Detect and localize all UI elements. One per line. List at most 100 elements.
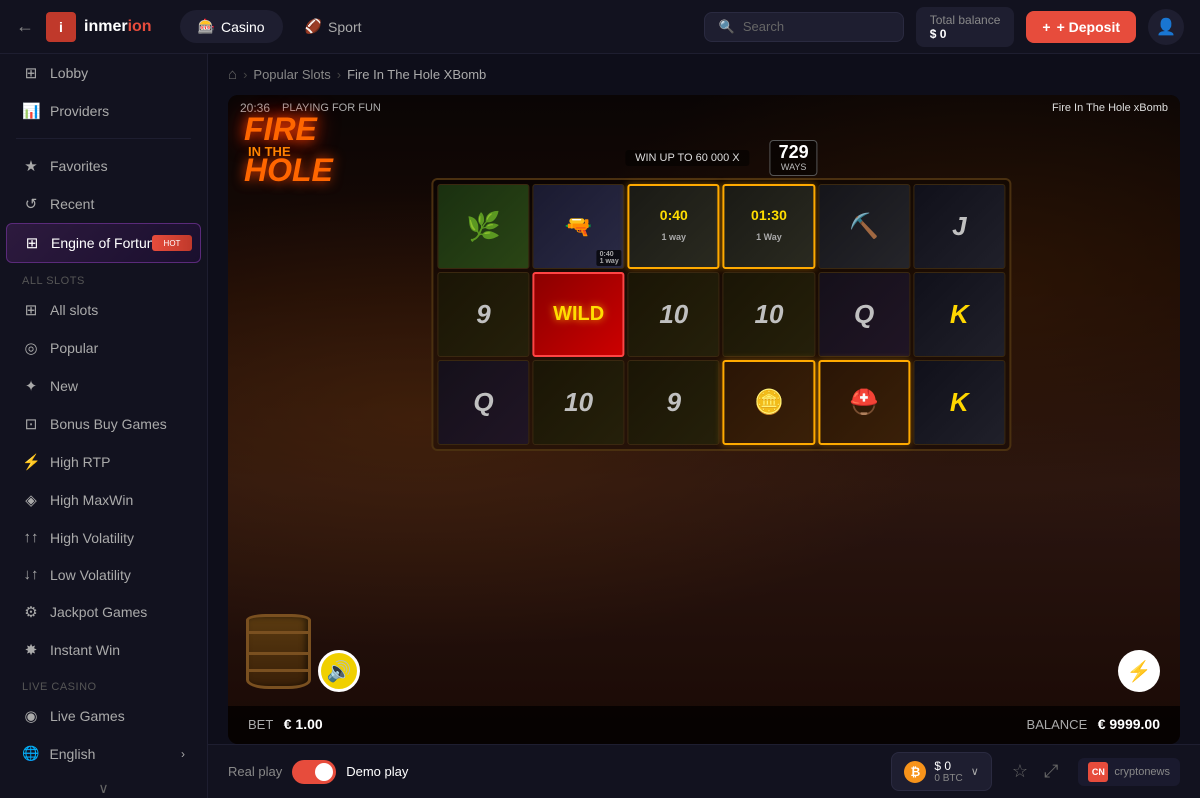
cryptonews-icon: CN <box>1088 762 1108 782</box>
bet-label: BET <box>248 717 273 732</box>
sidebar-item-high-rtp[interactable]: ⚡ High RTP <box>6 443 201 481</box>
sidebar-live-games-label: Live Games <box>50 708 125 724</box>
breadcrumb-popular-slots[interactable]: Popular Slots <box>253 67 330 82</box>
demo-play-label: Demo play <box>346 764 408 779</box>
breadcrumb-home[interactable]: ⌂ <box>228 66 237 83</box>
slot-cell-1-1: WILD <box>533 272 625 357</box>
sidebar-item-bonus-buy[interactable]: ⊡ Bonus Buy Games <box>6 405 201 443</box>
sidebar-popular-label: Popular <box>50 340 98 356</box>
providers-icon: 📊 <box>22 102 40 120</box>
sidebar-item-live-games[interactable]: ◉ Live Games <box>6 697 201 735</box>
game-logo-fire: FIRE <box>244 113 333 145</box>
sidebar-item-recent[interactable]: ↺ Recent <box>6 185 201 223</box>
ways-number: 729 <box>779 143 809 161</box>
engine-icon: ⊞ <box>23 234 41 252</box>
win-label: WIN UP TO 60 000 X <box>625 150 750 166</box>
lightning-button[interactable]: ⚡ <box>1118 650 1160 692</box>
globe-icon: 🌐 <box>22 745 39 762</box>
live-casino-section: LIVE CASINO <box>0 669 207 697</box>
demo-toggle[interactable] <box>292 760 336 784</box>
balance-game-amount: € 9999.00 <box>1098 716 1160 732</box>
slot-cell-2-0: Q <box>437 360 529 445</box>
toggle-knob <box>315 763 333 781</box>
bet-amount: € 1.00 <box>284 716 323 732</box>
balance-amount: $ 0 <box>930 27 1001 41</box>
lobby-icon: ⊞ <box>22 64 40 82</box>
slot-cell-0-2: 0:40 1 way <box>628 184 720 269</box>
sidebar-high-vol-label: High Volatility <box>50 530 134 546</box>
btc-selector[interactable]: ₿ $ 0 0 BTC ∨ <box>891 752 991 791</box>
sidebar-item-high-vol[interactable]: ↑↑ High Volatility <box>6 519 201 556</box>
deposit-button[interactable]: + + Deposit <box>1026 11 1136 43</box>
sidebar-item-new[interactable]: ✦ New <box>6 367 201 405</box>
sidebar-item-jackpot[interactable]: ⚙ Jackpot Games <box>6 593 201 631</box>
sound-button[interactable]: 🔊 <box>318 650 360 692</box>
sidebar-bonus-buy-label: Bonus Buy Games <box>50 416 167 432</box>
breadcrumb: ⌂ › Popular Slots › Fire In The Hole XBo… <box>208 54 1200 95</box>
sidebar-favorites-label: Favorites <box>50 158 108 174</box>
sidebar-item-lobby[interactable]: ⊞ Lobby <box>6 54 201 92</box>
sidebar-collapse-button[interactable]: ∨ <box>98 780 108 797</box>
sidebar-new-label: New <box>50 378 78 394</box>
sidebar-recent-label: Recent <box>50 196 94 212</box>
sidebar-item-instant-win[interactable]: ✸ Instant Win <box>6 631 201 669</box>
sidebar-item-engine[interactable]: ⊞ Engine of Fortune HOT <box>6 223 201 263</box>
breadcrumb-current-game: Fire In The Hole XBomb <box>347 67 486 82</box>
game-controls-bottom: BET € 1.00 BALANCE € 9999.00 <box>228 706 1180 744</box>
logo-icon: i <box>46 12 76 42</box>
ways-badge: 729 WAYS <box>770 140 818 176</box>
nav-tabs: 🎰 Casino 🏈 Sport <box>180 10 380 43</box>
casino-tab-label: Casino <box>221 19 265 35</box>
user-icon-button[interactable]: 👤 <box>1148 9 1184 45</box>
sidebar-providers-label: Providers <box>50 103 109 119</box>
all-slots-icon: ⊞ <box>22 301 40 319</box>
high-maxwin-icon: ◈ <box>22 491 40 509</box>
sidebar-divider-1 <box>16 138 191 139</box>
popular-icon: ◎ <box>22 339 40 357</box>
recent-icon: ↺ <box>22 195 40 213</box>
bottom-toolbar: Real play Demo play ₿ $ 0 0 BTC ∨ ☆ ⤢ <box>208 744 1200 798</box>
favorite-toolbar-button[interactable]: ☆ <box>1008 757 1032 786</box>
sidebar-item-favorites[interactable]: ★ Favorites <box>6 147 201 185</box>
sidebar-high-maxwin-label: High MaxWin <box>50 492 133 508</box>
chevron-right-icon: › <box>181 747 185 761</box>
all-slots-section: ALL SLOTS <box>0 263 207 291</box>
slot-grid: 🌿 🔫 0:401 way 0:40 1 way <box>431 178 1011 451</box>
real-play-label: Real play <box>228 764 282 779</box>
slot-cell-1-3: 10 <box>723 272 815 357</box>
game-logo-hole: HOLE <box>244 154 333 186</box>
breadcrumb-sep-1: › <box>243 67 247 82</box>
main-layout: ⊞ Lobby 📊 Providers ★ Favorites ↺ Recent… <box>0 54 1200 798</box>
sidebar-item-providers[interactable]: 📊 Providers <box>6 92 201 130</box>
sidebar-item-low-vol[interactable]: ↓↑ Low Volatility <box>6 556 201 593</box>
deposit-label: + Deposit <box>1057 19 1120 35</box>
engine-badge: HOT <box>152 235 192 251</box>
top-navigation: ← i inmerion 🎰 Casino 🏈 Sport 🔍 Search T… <box>0 0 1200 54</box>
slot-cell-2-2: 9 <box>628 360 720 445</box>
barrel-decoration <box>246 614 311 689</box>
sidebar-language[interactable]: 🌐 English › <box>6 735 201 772</box>
btc-amount: $ 0 0 BTC <box>934 759 962 784</box>
slot-grid-area: WIN UP TO 60 000 X 729 WAYS 🌿 🔫 0: <box>431 140 1011 451</box>
sidebar-item-popular[interactable]: ◎ Popular <box>6 329 201 367</box>
sidebar-item-high-maxwin[interactable]: ◈ High MaxWin <box>6 481 201 519</box>
btc-icon: ₿ <box>904 761 926 783</box>
logo-text: inmerion <box>84 18 152 36</box>
btc-currency: 0 BTC <box>934 773 962 784</box>
slot-cell-1-2: 10 <box>628 272 720 357</box>
sport-tab[interactable]: 🏈 Sport <box>287 10 380 43</box>
balance-area: Total balance $ 0 <box>916 7 1015 47</box>
collapse-button[interactable]: ← <box>16 16 34 37</box>
expand-toolbar-button[interactable]: ⤢ <box>1040 757 1062 786</box>
casino-tab[interactable]: 🎰 Casino <box>180 10 283 43</box>
search-bar[interactable]: 🔍 Search <box>704 12 904 42</box>
ways-label: WAYS <box>781 162 807 172</box>
sidebar: ⊞ Lobby 📊 Providers ★ Favorites ↺ Recent… <box>0 54 208 798</box>
slot-cell-2-1: 10 <box>533 360 625 445</box>
sidebar-item-all-slots[interactable]: ⊞ All slots <box>6 291 201 329</box>
slot-cell-2-4: ⛑️ <box>818 360 910 445</box>
plus-icon: + <box>1042 19 1050 35</box>
balance-info: BALANCE € 9999.00 <box>1027 716 1160 734</box>
chevron-down-icon: ∨ <box>971 765 979 778</box>
slot-cell-0-1: 🔫 0:401 way <box>533 184 625 269</box>
